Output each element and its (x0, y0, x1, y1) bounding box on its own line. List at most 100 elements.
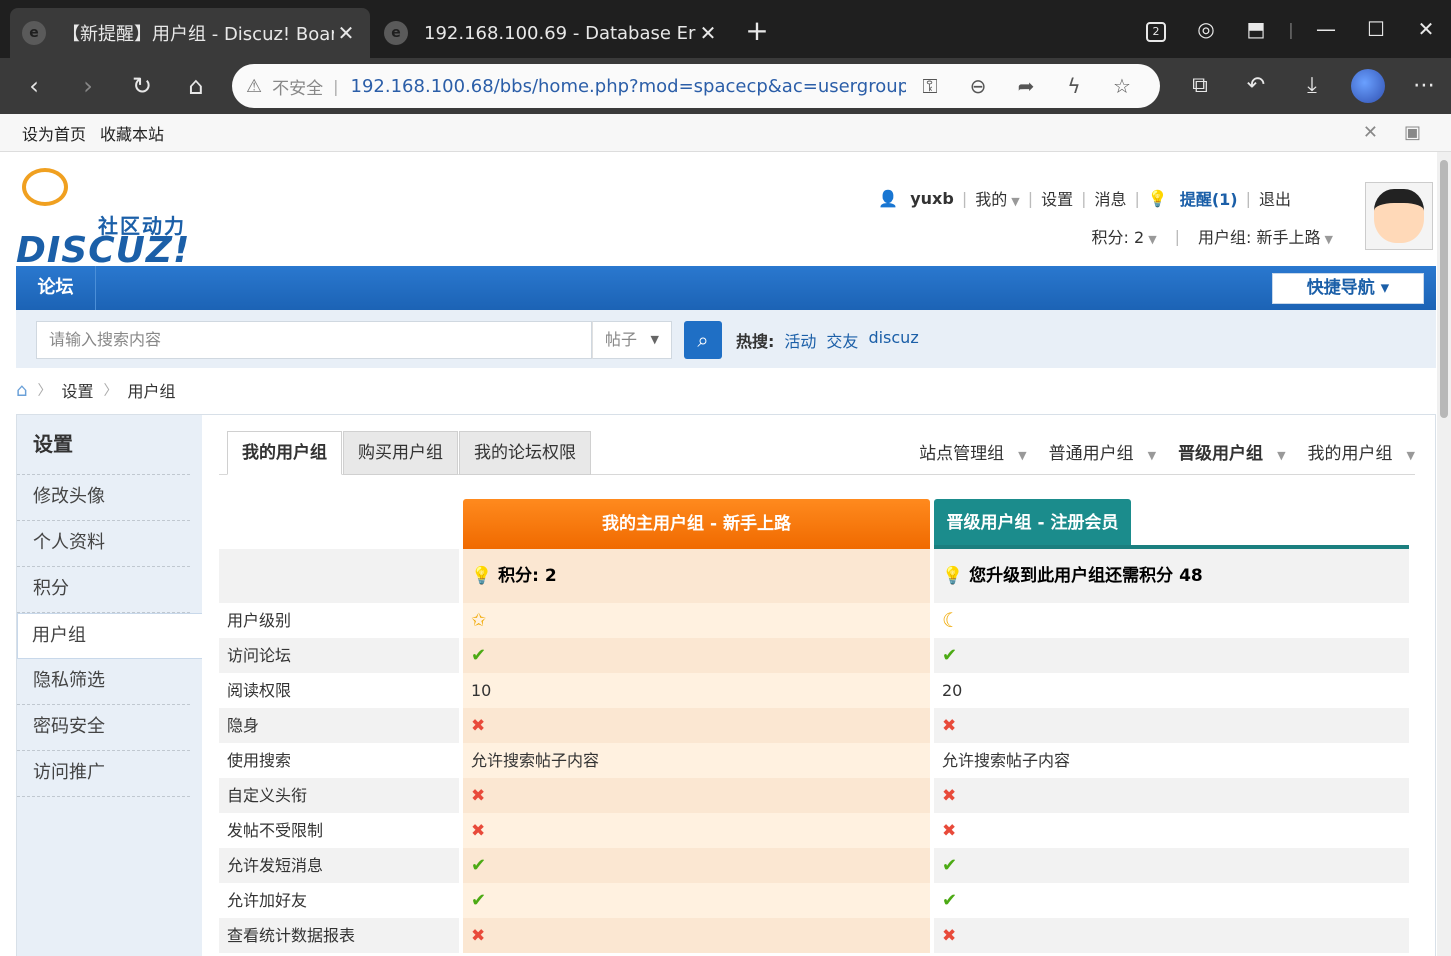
breadcrumb-settings[interactable]: 设置 (61, 378, 93, 402)
undo-icon[interactable]: ↶ (1228, 68, 1284, 104)
zoom-icon[interactable]: ⊖ (954, 74, 1002, 98)
messages-link[interactable]: 消息 (1095, 186, 1127, 210)
breadcrumb: ⌂ 〉 设置 〉 用户组 (16, 378, 176, 402)
tab-forum-permissions[interactable]: 我的论坛权限 (459, 431, 591, 475)
browser-toolbar: ‹ › ↻ ⌂ ⚠ 不安全 | 192.168.100.68/bbs/home.… (0, 58, 1451, 114)
hot-search-term[interactable]: 活动 (784, 328, 816, 352)
summary-row: 💡 积分: 2 💡 您升级到此用户组还需积分 48 (219, 549, 1409, 603)
share-icon[interactable]: ➦ (1002, 74, 1050, 98)
bookmark-set-homepage[interactable]: 设为首页 (22, 121, 86, 145)
sidebar-item-credits[interactable]: 积分 (17, 567, 190, 613)
user-stats: 积分: 2 ▼ | 用户组: 新手上路 ▼ (1092, 224, 1333, 248)
color-palette-icon[interactable]: ▣ (1404, 122, 1421, 143)
divider: | (333, 76, 339, 96)
tab-bar: e 【新提醒】用户组 - Discuz! Board ✕ e 192.168.1… (0, 0, 1451, 58)
key-icon[interactable]: ⚿ (906, 74, 954, 98)
next-group-cell: ☾ (934, 603, 1409, 638)
check-icon: ✔ (942, 890, 958, 911)
url-text[interactable]: 192.168.100.68/bbs/home.php?mod=spacecp&… (351, 76, 906, 97)
tab-my-usergroup[interactable]: 我的用户组 (227, 431, 342, 475)
cross-icon: ✖ (942, 786, 957, 806)
home-icon[interactable]: ⌂ (16, 380, 27, 401)
logo-bubble-icon (22, 168, 68, 206)
row-label: 允许发短消息 (219, 848, 459, 883)
cross-icon: ✖ (471, 786, 486, 806)
new-tab-icon[interactable]: + (742, 14, 772, 47)
my-group-header: 我的主用户组 - 新手上路 (463, 499, 930, 549)
sidebar-item-avatar[interactable]: 修改头像 (17, 475, 190, 521)
table-row: 允许发短消息 ✔ ✔ (219, 848, 1409, 883)
my-group-cell: ✔ (463, 638, 930, 673)
tab-discuz[interactable]: e 【新提醒】用户组 - Discuz! Board ✕ (10, 8, 370, 58)
hot-search: 热搜: 活动 交友 discuz (736, 328, 919, 352)
scrollbar-thumb[interactable] (1440, 160, 1448, 418)
lightning-icon[interactable]: ϟ (1050, 74, 1098, 98)
extensions-shirt-icon[interactable]: ⬒ (1231, 17, 1281, 41)
star-icon: ✩ (471, 610, 487, 631)
logo-wordmark: DISCUZ! (16, 230, 191, 271)
sidebar-item-usergroup[interactable]: 用户组 (17, 613, 202, 659)
next-group-cell: ✔ (934, 638, 1409, 673)
next-group-header[interactable]: 晋级用户组 - 注册会员 (934, 499, 1131, 547)
avatar[interactable] (1365, 182, 1433, 250)
minimize-icon[interactable]: — (1301, 17, 1351, 41)
dropdown-my-groups[interactable]: 我的用户组 ▼ (1308, 439, 1415, 464)
search-input[interactable]: 请输入搜索内容 (36, 321, 592, 359)
dropdown-normal-groups[interactable]: 普通用户组 ▼ (1049, 439, 1156, 464)
hot-search-label: 热搜: (736, 332, 775, 351)
search-button[interactable]: ⌕ (684, 321, 722, 359)
tab-count-icon[interactable]: 2 (1131, 16, 1181, 42)
page-scrollbar[interactable] (1437, 152, 1451, 956)
hot-search-term[interactable]: discuz (868, 328, 918, 352)
forward-icon[interactable]: › (70, 68, 106, 104)
dropdown-upgrade-groups[interactable]: 晋级用户组 ▼ (1178, 439, 1285, 464)
collapse-icon[interactable]: ✕ (1363, 122, 1378, 143)
tab-buy-usergroup[interactable]: 购买用户组 (343, 431, 458, 475)
sidebar-item-privacy[interactable]: 隐私筛选 (17, 659, 190, 705)
usergroup-menu[interactable]: 用户组: 新手上路 ▼ (1198, 224, 1333, 248)
home-icon[interactable]: ⌂ (178, 68, 214, 104)
breadcrumb-usergroup[interactable]: 用户组 (127, 378, 175, 402)
search-type-select[interactable]: 帖子 ▼ (592, 321, 672, 359)
settings-link[interactable]: 设置 (1041, 186, 1073, 210)
tab-database-error[interactable]: e 192.168.100.69 - Database Error ✕ (372, 8, 732, 58)
check-icon: ✔ (942, 855, 958, 876)
address-bar[interactable]: ⚠ 不安全 | 192.168.100.68/bbs/home.php?mod=… (232, 64, 1160, 108)
hot-search-term[interactable]: 交友 (826, 328, 858, 352)
close-window-icon[interactable]: ✕ (1401, 17, 1451, 41)
star-bookmark-icon[interactable]: ☆ (1098, 74, 1146, 98)
username-link[interactable]: yuxb (910, 189, 954, 208)
content-area: 设置 修改头像 个人资料 积分 用户组 隐私筛选 密码安全 访问推广 我的用户组… (16, 414, 1436, 956)
nav-forum[interactable]: 论坛 (16, 266, 96, 310)
download-icon[interactable]: ⤓ (1284, 68, 1340, 104)
window-controls: 2 ◎ ⬒ | — ☐ ✕ (1131, 0, 1451, 58)
my-points: 积分: 2 (498, 566, 557, 586)
menu-dots-icon[interactable]: ⋯ (1396, 68, 1451, 104)
avatar-face-icon (1374, 189, 1424, 243)
close-tab-icon[interactable]: ✕ (696, 21, 720, 45)
dropdown-admin-groups[interactable]: 站点管理组 ▼ (919, 439, 1026, 464)
sidebar-item-promotion[interactable]: 访问推广 (17, 751, 190, 797)
row-label: 查看统计数据报表 (219, 918, 459, 953)
sidebar-item-profile[interactable]: 个人资料 (17, 521, 190, 567)
remind-link[interactable]: 提醒(1) (1180, 186, 1238, 210)
maximize-icon[interactable]: ☐ (1351, 17, 1401, 41)
usergroup-tabs: 我的用户组 购买用户组 我的论坛权限 站点管理组 ▼ 普通用户组 ▼ 晋级用户组 ▼ … (219, 431, 1415, 475)
points-menu[interactable]: 积分: 2 ▼ (1092, 224, 1157, 248)
cross-icon: ✖ (471, 716, 486, 736)
back-icon[interactable]: ‹ (16, 68, 52, 104)
my-group-cell: ✔ (463, 883, 930, 918)
discuz-logo[interactable]: 社区动力 DISCUZ! (16, 166, 196, 271)
sidebar-item-password[interactable]: 密码安全 (17, 705, 190, 751)
close-tab-icon[interactable]: ✕ (334, 21, 358, 45)
extensions-icon[interactable]: ⧉ (1172, 68, 1228, 104)
tab-title: 192.168.100.69 - Database Error (424, 22, 696, 44)
incognito-icon[interactable]: ◎ (1181, 17, 1231, 41)
profile-avatar-icon[interactable] (1340, 68, 1396, 104)
quick-nav-button[interactable]: 快捷导航 ▾ (1272, 273, 1424, 304)
reload-icon[interactable]: ↻ (124, 68, 160, 104)
my-group-cell: ✔ (463, 848, 930, 883)
logout-link[interactable]: 退出 (1259, 186, 1291, 210)
my-menu[interactable]: 我的 ▼ (975, 186, 1019, 210)
bookmark-add-favorite[interactable]: 收藏本站 (100, 121, 164, 145)
